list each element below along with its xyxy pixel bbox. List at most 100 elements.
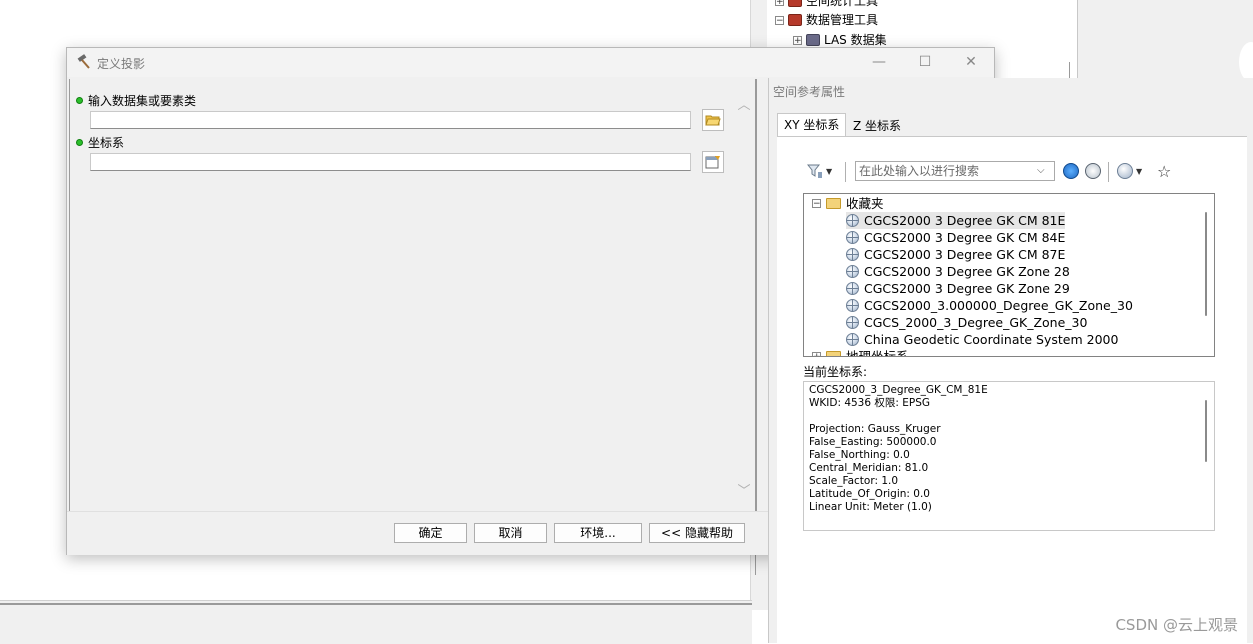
projected-cs-icon	[846, 214, 859, 227]
scroll-down-icon[interactable]: ﹀	[735, 480, 753, 499]
tree-folder-favorites[interactable]: − 收藏夹	[812, 195, 884, 212]
expand-icon[interactable]: +	[775, 0, 784, 6]
hammer-icon	[77, 54, 90, 69]
dialog-scrollbar[interactable]: ︿ ﹀	[735, 80, 753, 510]
watermark: CSDN @云上观景	[1115, 616, 1238, 634]
projected-cs-icon	[846, 282, 859, 295]
toolbox-item-data-management[interactable]: − 数据管理工具	[775, 11, 878, 29]
required-indicator-icon	[76, 139, 83, 146]
current-cs-label: 当前坐标系:	[803, 365, 868, 379]
param-label-input-dataset: 输入数据集或要素类	[88, 94, 197, 108]
dialog-title: 空间参考属性	[773, 85, 846, 99]
tree-scrollbar-thumb[interactable]	[1205, 212, 1207, 316]
coordinate-system-item[interactable]: China Geodetic Coordinate System 2000	[846, 331, 1118, 348]
coordinate-system-name: CGCS2000 3 Degree GK CM 81E	[864, 213, 1066, 228]
hide-help-button[interactable]: << 隐藏帮助	[649, 523, 745, 543]
projected-cs-icon	[846, 299, 859, 312]
clear-search-icon[interactable]	[1085, 163, 1101, 179]
projected-cs-icon	[846, 316, 859, 329]
toolset-icon	[806, 34, 820, 46]
details-scrollbar-thumb[interactable]	[1205, 400, 1207, 462]
expand-icon[interactable]: +	[812, 352, 821, 356]
environments-button[interactable]: 环境...	[554, 523, 642, 543]
toolbox-icon	[788, 14, 802, 26]
dialog-titlebar[interactable]: 定义投影 — ☐ ✕	[67, 48, 994, 77]
projected-cs-icon	[846, 248, 859, 261]
projected-cs-icon	[846, 231, 859, 244]
collapse-icon[interactable]: −	[812, 199, 821, 209]
coordinate-system-name: CGCS2000 3 Degree GK Zone 29	[864, 281, 1070, 296]
detail-spacer	[809, 410, 1209, 423]
coordinate-system-item[interactable]: CGCS2000 3 Degree GK Zone 28	[846, 263, 1070, 280]
expand-icon[interactable]: +	[793, 35, 802, 45]
chevron-down-icon: ▼	[1136, 166, 1143, 176]
toolbox-icon	[788, 0, 802, 7]
param-label-coordinate-system: 坐标系	[88, 136, 125, 150]
tab-xy-coordinate-system[interactable]: XY 坐标系	[777, 113, 847, 137]
detail-line: WKID: 4536 权限: EPSG	[809, 397, 931, 409]
coordinate-system-item[interactable]: CGCS2000_3.000000_Degree_GK_Zone_30	[846, 297, 1133, 314]
scroll-up-icon[interactable]: ︿	[735, 94, 753, 113]
coordinate-system-item[interactable]: CGCS2000 3 Degree GK Zone 29	[846, 280, 1070, 297]
toolbox-item-label: 数据管理工具	[806, 13, 879, 27]
collapse-icon[interactable]: −	[775, 15, 784, 25]
side-panel	[1067, 0, 1253, 82]
tab-z-coordinate-system[interactable]: Z 坐标系	[847, 115, 907, 137]
coordinate-system-name: CGCS2000 3 Degree GK Zone 28	[864, 264, 1070, 279]
current-cs-details: CGCS2000_3_Degree_GK_CM_81E WKID: 4536 权…	[803, 381, 1215, 531]
toolbox-item-label: 空间统计工具	[806, 0, 879, 8]
detail-line: False_Northing: 0.0	[809, 449, 910, 461]
properties-icon	[705, 156, 720, 169]
detail-line: Latitude_Of_Origin: 0.0	[809, 488, 930, 500]
coordinate-system-item[interactable]: CGCS2000 3 Degree GK CM 81E	[846, 212, 1066, 229]
coordinate-system-item[interactable]: CGCS2000 3 Degree GK CM 84E	[846, 229, 1065, 246]
ok-button[interactable]: 确定	[394, 523, 467, 543]
toolbox-item-spatial-statistics[interactable]: + 空间统计工具	[775, 0, 878, 10]
folder-icon	[826, 351, 841, 356]
dialog-footer: 确定 取消 环境... << 隐藏帮助	[67, 511, 772, 555]
coordinate-system-name: China Geodetic Coordinate System 2000	[864, 332, 1119, 347]
input-dataset-field[interactable]	[90, 111, 691, 129]
search-input[interactable]: 在此处输入以进行搜索	[855, 161, 1055, 181]
search-icon[interactable]	[1063, 163, 1079, 179]
globe-icon	[1117, 163, 1133, 179]
detail-line: Linear Unit: Meter (1.0)	[809, 501, 932, 513]
folder-label: 收藏夹	[846, 196, 884, 211]
add-to-favorites-icon[interactable]: ☆	[1157, 162, 1171, 181]
help-splitter[interactable]	[755, 79, 757, 511]
folder-icon	[826, 198, 841, 209]
coordinate-system-item[interactable]: CGCS2000 3 Degree GK CM 87E	[846, 246, 1065, 263]
maximize-button[interactable]: ☐	[902, 48, 948, 77]
cancel-button[interactable]: 取消	[474, 523, 547, 543]
coordinate-system-name: CGCS2000 3 Degree GK CM 84E	[864, 230, 1066, 245]
xy-tab-page: ▼ 在此处输入以进行搜索 ⌵ ▼ ☆ − 收藏夹 CGCS2000 3 Degr…	[777, 136, 1247, 644]
coordinate-system-field[interactable]	[90, 153, 691, 171]
projected-cs-icon	[846, 265, 859, 278]
search-dropdown-chevron-icon[interactable]: ⌵	[1037, 165, 1045, 176]
tree-folder-geographic[interactable]: + 地理坐标系	[812, 348, 909, 357]
add-coordinate-system-dropdown[interactable]: ▼	[1117, 163, 1142, 179]
coordinate-system-name: CGCS2000 3 Degree GK CM 87E	[864, 247, 1066, 262]
dialog-title: 定义投影	[97, 57, 146, 71]
coordinate-system-name: CGCS_2000_3_Degree_GK_Zone_30	[864, 315, 1088, 330]
detail-line: False_Easting: 500000.0	[809, 436, 937, 448]
minimize-button[interactable]: —	[856, 48, 902, 77]
spatial-reference-dialog: 空间参考属性 XY 坐标系 Z 坐标系 ▼ 在此处输入以进行搜索 ⌵ ▼ ☆ −	[768, 78, 1253, 644]
detail-line: Projection: Gauss_Kruger	[809, 423, 941, 435]
detail-line: Scale_Factor: 1.0	[809, 475, 899, 487]
chevron-down-icon: ▼	[826, 166, 833, 176]
detail-line: CGCS2000_3_Degree_GK_CM_81E	[809, 384, 988, 396]
coordinate-system-name: CGCS2000_3.000000_Degree_GK_Zone_30	[864, 298, 1133, 313]
filter-dropdown[interactable]: ▼	[807, 163, 832, 179]
coordinate-system-tree: − 收藏夹 CGCS2000 3 Degree GK CM 81E CGCS20…	[803, 193, 1215, 357]
status-strip	[0, 600, 752, 644]
detail-line: Central_Meridian: 81.0	[809, 462, 929, 474]
folder-label: 地理坐标系	[846, 349, 909, 357]
coordinate-properties-button[interactable]	[702, 151, 724, 173]
required-indicator-icon	[76, 97, 83, 104]
dialog-parameters: 输入数据集或要素类 坐标系	[69, 79, 754, 511]
browse-folder-button[interactable]	[702, 109, 724, 131]
filter-icon	[807, 164, 822, 178]
coordinate-system-item[interactable]: CGCS_2000_3_Degree_GK_Zone_30	[846, 314, 1087, 331]
close-button[interactable]: ✕	[948, 48, 994, 77]
